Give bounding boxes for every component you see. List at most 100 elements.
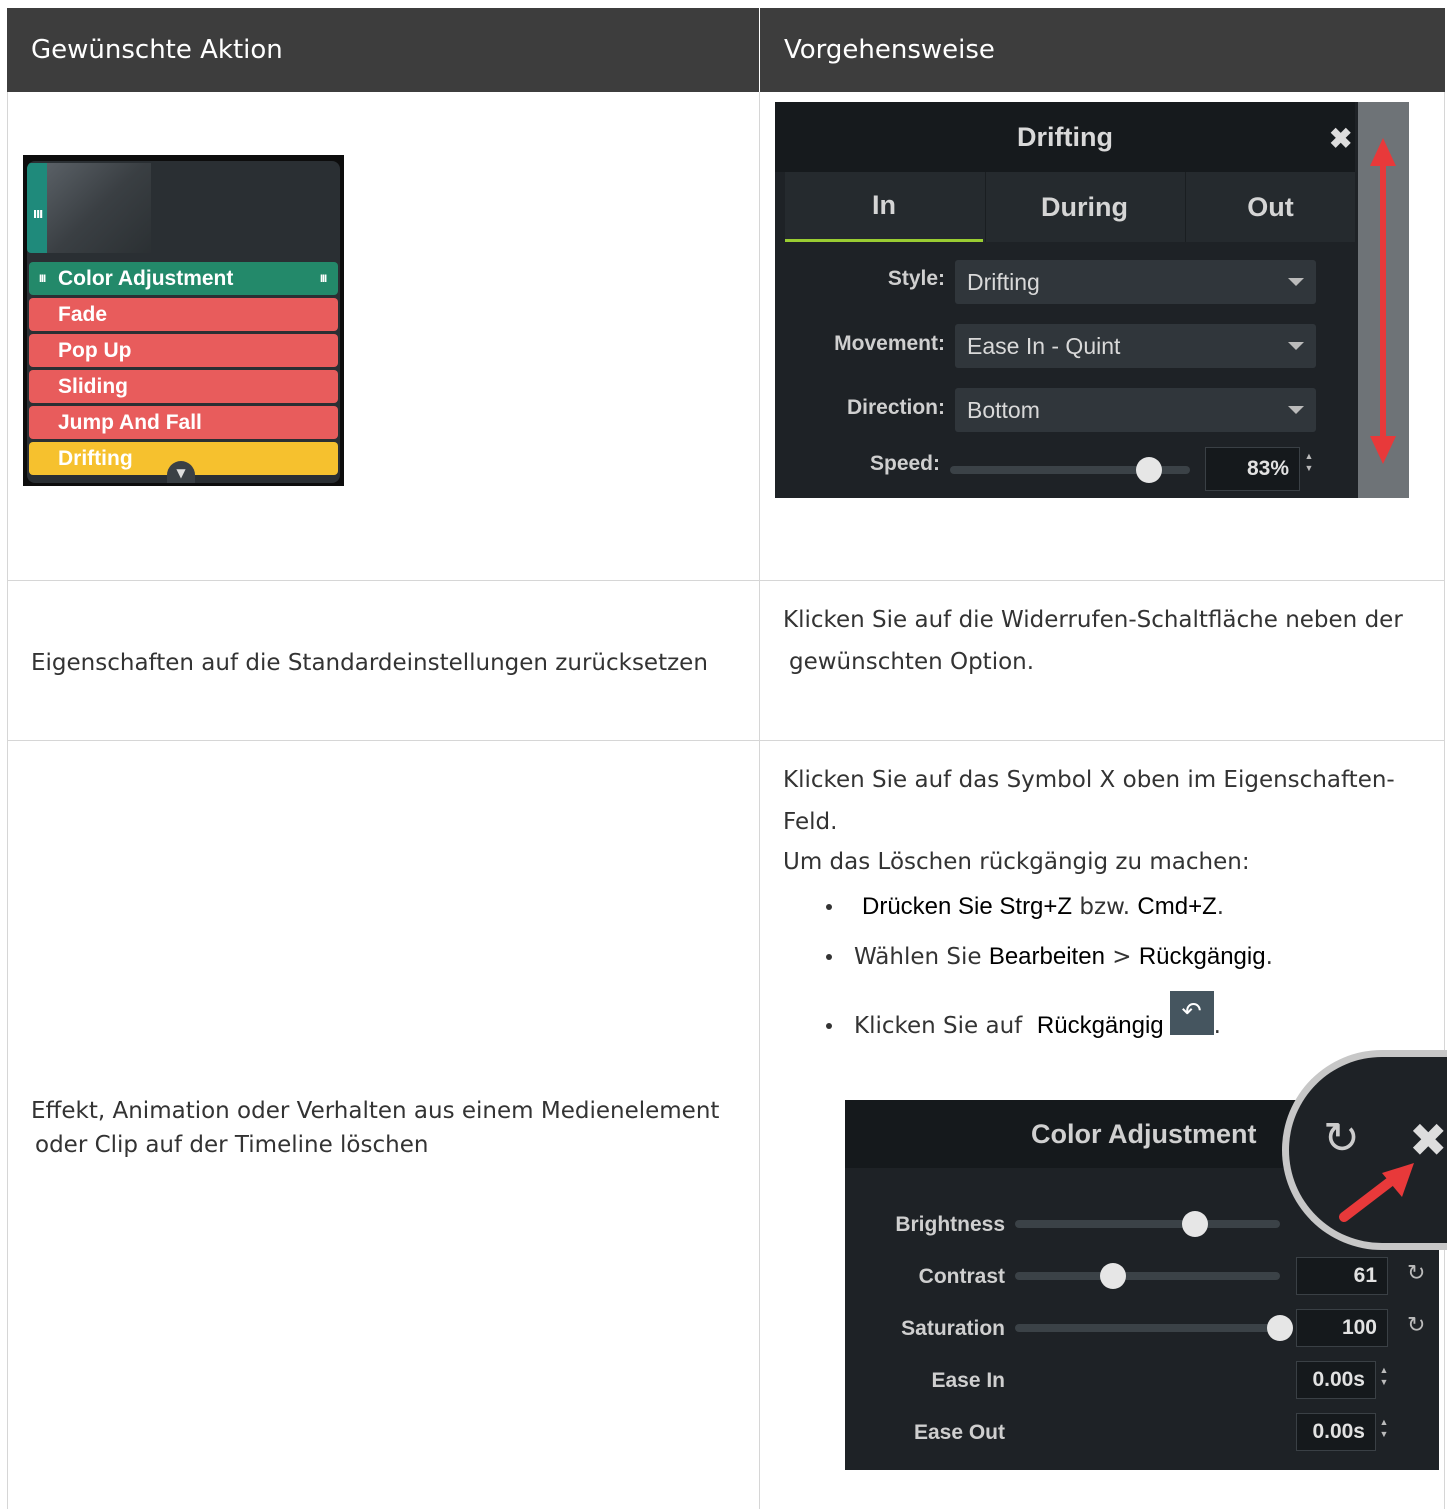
text-waehlen: Wählen Sie	[854, 944, 982, 970]
ease-in-label: Ease In	[931, 1369, 1005, 1392]
movement-label: Movement:	[834, 332, 945, 355]
menu-bearbeiten: Bearbeiten	[988, 943, 1105, 970]
grip-left-icon: III	[39, 273, 46, 285]
brightness-knob[interactable]	[1182, 1211, 1209, 1237]
ease-in-input[interactable]: 0.00s	[1296, 1361, 1376, 1399]
column-divider	[759, 92, 760, 1509]
speed-slider-knob[interactable]	[1136, 457, 1163, 483]
ease-out-input[interactable]: 0.00s	[1296, 1413, 1376, 1451]
chevron-down-icon	[1288, 342, 1304, 350]
movement-dropdown[interactable]: Ease In - Quint	[955, 324, 1316, 368]
row3-action-line1: Effekt, Animation oder Verhalten aus ein…	[31, 1098, 720, 1124]
list-item-shortcut: Drücken Sie Strg+Z bzw. Cmd+Z.	[826, 893, 1224, 921]
list-item-button: Klicken Sie auf Rückgängig ↶.	[826, 991, 1221, 1040]
undo-icon: ↶	[1169, 991, 1214, 1035]
table-border-left	[7, 92, 8, 1509]
shortcut-cmd-z: Cmd+Z	[1137, 893, 1217, 920]
chevron-down-icon[interactable]: ▼	[167, 461, 195, 483]
text-separator: >	[1112, 944, 1132, 970]
direction-value: Bottom	[967, 396, 1040, 423]
animation-bar[interactable]: Jump And Fall	[29, 406, 338, 439]
chevron-down-icon	[1288, 278, 1304, 286]
animation-label: Fade	[58, 302, 108, 326]
row2-procedure-line1: Klicken Sie auf die Widerrufen-Schaltflä…	[783, 607, 1403, 633]
text-klicken: Klicken Sie auf	[854, 1013, 1023, 1039]
tab-out-label: Out	[1247, 191, 1294, 222]
spinner-icon[interactable]: ▲ ▼	[1377, 1416, 1391, 1440]
panel-title: Drifting	[775, 102, 1355, 172]
row-divider-1	[7, 580, 1445, 581]
saturation-input[interactable]: 100	[1296, 1309, 1388, 1347]
row3-undo-intro: Um das Löschen rückgängig zu machen:	[783, 849, 1250, 875]
text-period: .	[1216, 894, 1225, 920]
row2-action: Eigenschaften auf die Standardeinstellun…	[31, 650, 708, 676]
grip-right-icon: III	[320, 273, 327, 285]
chevron-down-icon	[1288, 406, 1304, 414]
row3-action-line2: oder Clip auf der Timeline löschen	[35, 1132, 429, 1158]
effect-color-adjustment[interactable]: III Color Adjustment III	[29, 262, 338, 295]
tab-during-label: During	[1041, 191, 1128, 222]
tab-in[interactable]: In	[785, 172, 983, 242]
text-bzw: bzw.	[1079, 894, 1131, 920]
column-header-action-label: Gewünschte Aktion	[31, 35, 283, 65]
menu-rueckgaengig: Rückgängig	[1138, 943, 1266, 970]
table-border-right	[1444, 92, 1445, 1509]
style-label: Style:	[887, 267, 945, 290]
speed-input[interactable]: 83%	[1205, 447, 1300, 491]
clip-thumbnail	[47, 163, 151, 253]
direction-dropdown[interactable]: Bottom	[955, 388, 1316, 432]
animation-label: Sliding	[58, 374, 128, 398]
timeline-track: III III Color Adjustment III Fade Pop Up S…	[27, 161, 340, 483]
timeline-clip-screenshot: III III Color Adjustment III Fade Pop Up S…	[23, 155, 344, 486]
text-period: .	[1213, 1013, 1221, 1039]
contrast-slider[interactable]	[1015, 1272, 1280, 1280]
row2-procedure-line2: gewünschten Option.	[789, 649, 1035, 675]
style-value: Drifting	[967, 268, 1040, 295]
spinner-icon[interactable]: ▲ ▼	[1377, 1364, 1391, 1388]
row3-procedure-line2: Feld.	[783, 809, 838, 835]
drifting-properties-panel: Drifting ✖ In During Out Style: Drifting…	[775, 102, 1409, 498]
shortcut-strg-z: Drücken Sie Strg+Z	[862, 893, 1073, 920]
spinner-icon[interactable]: ▲ ▼	[1302, 450, 1316, 474]
tab-out[interactable]: Out	[1185, 172, 1355, 242]
effect-label: Color Adjustment	[58, 266, 234, 290]
animation-bar[interactable]: Fade	[29, 298, 338, 331]
speed-label: Speed:	[869, 452, 940, 475]
contrast-input[interactable]: 61	[1296, 1257, 1388, 1295]
button-rueckgaengig-label: Rückgängig	[1036, 1012, 1164, 1039]
column-header-procedure-label: Vorgehensweise	[784, 35, 995, 65]
contrast-knob[interactable]	[1100, 1263, 1127, 1289]
saturation-label: Saturation	[901, 1317, 1005, 1340]
tab-in-label: In	[872, 190, 896, 220]
column-header-action: Gewünschte Aktion	[7, 8, 759, 92]
animation-bar[interactable]: Pop Up	[29, 334, 338, 367]
brightness-slider[interactable]	[1015, 1220, 1280, 1228]
ease-out-label: Ease Out	[913, 1421, 1005, 1444]
clip-handle[interactable]: III	[27, 163, 47, 253]
text-period: .	[1265, 944, 1273, 970]
saturation-slider[interactable]	[1015, 1324, 1280, 1332]
red-arrow-icon	[1339, 1163, 1414, 1222]
animation-bar[interactable]: Sliding	[29, 370, 338, 403]
panel-title-text: Drifting	[1017, 121, 1113, 152]
animation-label: Jump And Fall	[58, 410, 202, 434]
row-divider-2	[7, 740, 1445, 741]
animation-label: Pop Up	[58, 338, 132, 362]
reset-icon[interactable]: ↻	[1407, 1312, 1425, 1338]
brightness-label: Brightness	[895, 1213, 1005, 1236]
animation-label: Drifting	[58, 446, 133, 470]
row3-procedure-line1: Klicken Sie auf das Symbol X oben im Eig…	[783, 767, 1395, 793]
movement-value: Ease In - Quint	[967, 332, 1121, 359]
reset-icon[interactable]: ↻	[1407, 1260, 1425, 1286]
tab-during[interactable]: During	[985, 172, 1183, 242]
direction-label: Direction:	[846, 396, 945, 419]
contrast-label: Contrast	[918, 1265, 1005, 1288]
column-header-procedure: Vorgehensweise	[760, 8, 1445, 92]
red-arrow-vertical-icon	[1370, 138, 1396, 464]
panel-title: Color Adjustment	[1031, 1119, 1257, 1149]
tab-bar: In During Out	[785, 172, 1355, 242]
saturation-knob[interactable]	[1267, 1315, 1293, 1341]
close-icon[interactable]: ✖	[1329, 122, 1352, 155]
list-item-menu: Wählen Sie Bearbeiten > Rückgängig.	[826, 943, 1273, 971]
style-dropdown[interactable]: Drifting	[955, 260, 1316, 304]
